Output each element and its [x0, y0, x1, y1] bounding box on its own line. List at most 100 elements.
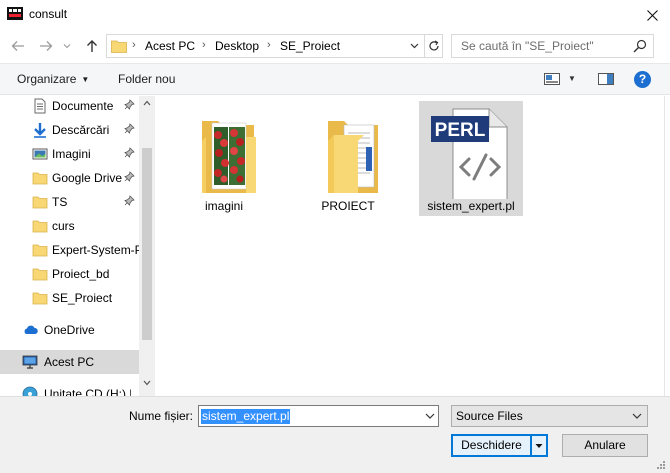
file-list: imagini PROIECT PERL sistem_expert.pl [157, 96, 664, 396]
search-box[interactable]: Se caută în "SE_Proiect" [451, 34, 654, 58]
chevron-down-icon [410, 43, 418, 49]
pin-icon[interactable] [124, 123, 135, 134]
organize-menu-button[interactable]: Organizare ▼ [17, 72, 89, 86]
organize-label: Organizare [17, 72, 77, 86]
sidebar-item-label: Expert-System-P [52, 243, 139, 257]
breadcrumb-acest-pc[interactable]: Acest PC [145, 39, 195, 53]
filename-input[interactable]: sistem_expert.pl [198, 405, 439, 427]
cd-drive-icon [22, 386, 38, 396]
sidebar-item-google-drive[interactable]: Google Drive [0, 166, 139, 190]
navigation-pane: Documente Descărcări Imagini Google Driv… [0, 96, 155, 396]
sidebar-item-ts[interactable]: TS [0, 190, 139, 214]
sidebar-item-onedrive[interactable]: OneDrive [0, 318, 139, 342]
file-type-select[interactable]: Source Files [451, 405, 648, 427]
pin-icon[interactable] [124, 171, 135, 182]
open-button[interactable]: Deschidere [451, 434, 532, 457]
cancel-button[interactable]: Anulare [562, 434, 648, 457]
up-button[interactable] [82, 36, 102, 56]
search-placeholder: Se caută în "SE_Proiect" [461, 39, 594, 53]
filename-label: Nume fișier: [129, 409, 194, 423]
file-item-label: sistem_expert.pl [427, 199, 515, 213]
perl-badge-text: PERL [435, 120, 486, 141]
file-item-proiect[interactable]: PROIECT [296, 101, 400, 216]
forward-button[interactable] [36, 36, 56, 56]
sidebar-item-label: Proiect_bd [52, 267, 110, 281]
nav-scrollbar[interactable] [139, 96, 155, 396]
folder-icon [32, 292, 48, 305]
help-icon[interactable]: ? [634, 71, 651, 88]
folder-with-images-icon [202, 121, 256, 193]
chevron-down-icon[interactable] [424, 409, 436, 423]
file-item-label: imagini [204, 199, 243, 213]
breadcrumb-desktop[interactable]: Desktop [215, 39, 259, 53]
sidebar-item-se-proiect[interactable]: SE_Proiect [0, 286, 139, 310]
sidebar-item-label: curs [52, 219, 75, 233]
file-type-value: Source Files [456, 409, 523, 423]
back-button[interactable] [8, 36, 28, 56]
window-title: consult [29, 7, 68, 21]
close-button[interactable] [634, 0, 670, 30]
download-icon [34, 123, 46, 138]
folder-icon [32, 244, 48, 257]
scroll-up-icon[interactable] [143, 100, 151, 106]
search-icon[interactable] [633, 39, 647, 53]
scrollbar-thumb[interactable] [142, 148, 152, 340]
sidebar-item-descarcari[interactable]: Descărcări [0, 118, 139, 142]
change-view-icon[interactable] [544, 72, 560, 86]
filename-value[interactable]: sistem_expert.pl [201, 409, 291, 424]
title-bar: consult [0, 0, 670, 30]
resize-grip-icon[interactable] [656, 460, 666, 470]
command-bar: Organizare ▼ Folder nou ▼ ? [0, 63, 670, 95]
pin-icon[interactable] [124, 147, 135, 158]
computer-icon [22, 355, 38, 369]
window-edge [664, 96, 670, 396]
caret-down-icon [535, 444, 543, 448]
sidebar-item-acest-pc[interactable]: Acest PC [0, 350, 139, 374]
back-arrow-icon [11, 41, 24, 51]
sidebar-item-expert-system[interactable]: Expert-System-P [0, 238, 139, 262]
sidebar-item-imagini[interactable]: Imagini [0, 142, 139, 166]
folder-icon [32, 268, 48, 281]
forward-arrow-icon [40, 41, 53, 51]
sidebar-item-cd-drive[interactable]: Unitate CD (H:) Ui [0, 382, 139, 396]
cloud-icon [24, 325, 38, 334]
sidebar-item-label: OneDrive [44, 323, 95, 337]
chevron-down-icon [632, 413, 642, 419]
sidebar-item-label: Acest PC [44, 355, 95, 369]
folder-with-documents-icon [328, 121, 378, 193]
address-bar[interactable]: › Acest PC › Desktop › SE_Proiect [106, 34, 443, 58]
up-arrow-icon [87, 40, 97, 52]
new-folder-button[interactable]: Folder nou [118, 72, 175, 86]
folder-icon [32, 172, 48, 185]
open-options-button[interactable] [531, 434, 548, 457]
sidebar-item-proiect-bd[interactable]: Proiect_bd [0, 262, 139, 286]
recent-locations-button[interactable] [60, 36, 74, 56]
sidebar-item-curs[interactable]: curs [0, 214, 139, 238]
preview-pane-icon[interactable] [598, 72, 614, 86]
address-dropdown-button[interactable] [404, 35, 424, 57]
pin-icon[interactable] [124, 195, 135, 206]
caret-down-icon: ▼ [81, 75, 90, 84]
breadcrumb-se-proiect[interactable]: SE_Proiect [280, 39, 340, 53]
app-icon [7, 7, 23, 20]
document-icon [34, 98, 46, 114]
folder-icon [32, 220, 48, 233]
close-icon [646, 9, 658, 21]
pin-icon[interactable] [124, 99, 135, 110]
refresh-button[interactable] [424, 35, 443, 57]
file-item-sistem-expert[interactable]: PERL sistem_expert.pl [419, 101, 523, 216]
sidebar-item-documente[interactable]: Documente [0, 94, 139, 118]
file-item-imagini[interactable]: imagini [172, 101, 276, 216]
refresh-icon [429, 40, 439, 51]
dialog-footer: Nume fișier: sistem_expert.pl Source Fil… [0, 396, 670, 473]
folder-icon [111, 40, 127, 53]
pictures-icon [32, 148, 48, 160]
file-item-label: PROIECT [321, 199, 375, 213]
chevron-down-icon [63, 44, 71, 49]
scroll-down-icon[interactable] [143, 380, 151, 386]
view-options-dropdown[interactable]: ▼ [568, 74, 576, 83]
breadcrumb-separator: › [267, 39, 271, 51]
breadcrumb-separator: › [132, 39, 136, 51]
breadcrumb-separator: › [202, 39, 206, 51]
sidebar-item-label: SE_Proiect [52, 291, 113, 305]
